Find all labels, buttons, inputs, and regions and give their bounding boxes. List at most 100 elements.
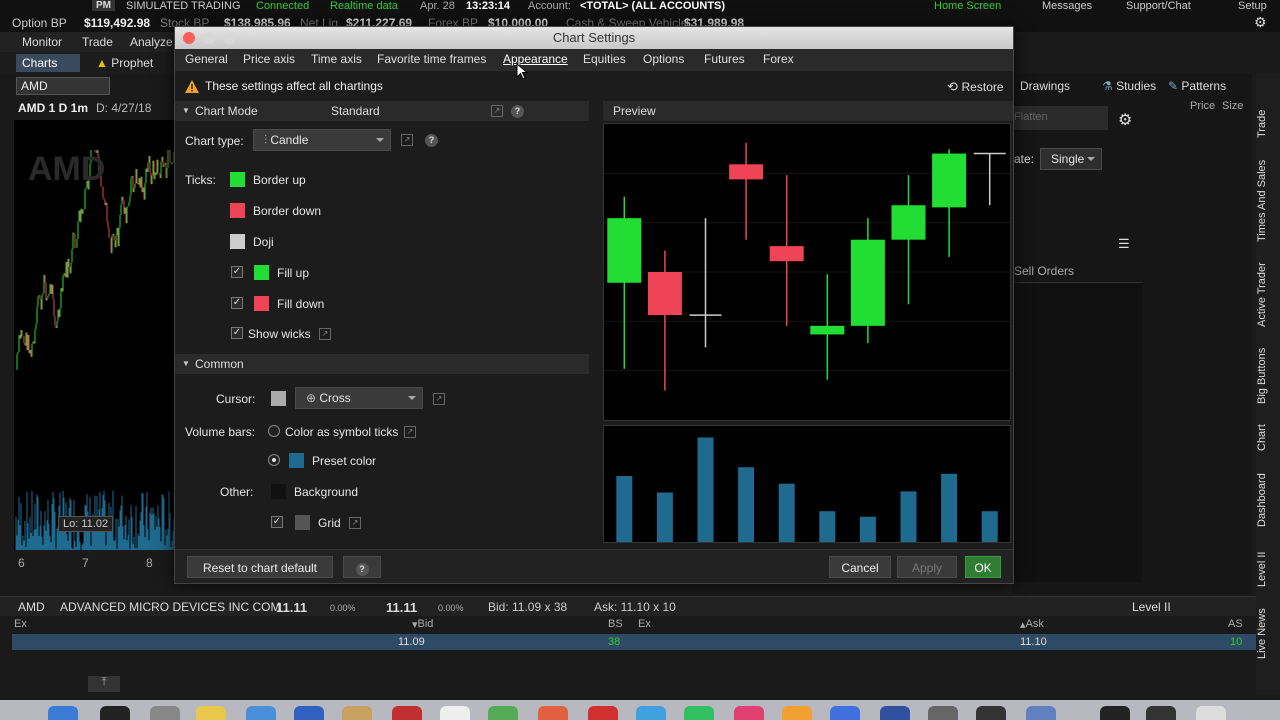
share-icon[interactable]: ↗	[401, 134, 413, 146]
setup-link[interactable]: Setup	[1238, 0, 1267, 12]
zoom-icon[interactable]	[223, 32, 235, 44]
share-icon[interactable]: ↗	[349, 517, 361, 529]
tab-favorite-time-frames[interactable]: Favorite time frames	[377, 52, 486, 66]
close-icon[interactable]	[183, 32, 195, 44]
app-icon[interactable]	[150, 706, 180, 720]
drawings-button[interactable]: Drawings	[1020, 79, 1070, 93]
grid-color-swatch[interactable]	[295, 515, 310, 530]
show-wicks-checkbox[interactable]: ✓	[231, 327, 243, 339]
tab-equities[interactable]: Equities	[583, 52, 626, 66]
chart-mode-section[interactable]: ▼ Chart Mode Standard ↗ ?	[175, 101, 589, 121]
app-icon[interactable]	[782, 706, 812, 720]
tab-appearance[interactable]: Appearance	[503, 52, 568, 66]
table-row[interactable]: 11.09 38 11.10 10	[12, 634, 1256, 650]
sidetab-chart[interactable]: Chart	[1256, 420, 1280, 456]
restore-button[interactable]: ⟲ Restore	[947, 79, 1004, 95]
border-down-color-swatch[interactable]	[230, 203, 245, 218]
app-icon[interactable]	[684, 706, 714, 720]
finder-icon[interactable]	[48, 706, 78, 720]
app-icon[interactable]	[636, 706, 666, 720]
chart-mode-value[interactable]: Standard	[331, 104, 380, 118]
col-as[interactable]: AS	[1228, 618, 1243, 630]
grid-checkbox[interactable]: ✓	[271, 516, 283, 528]
app-icon[interactable]	[196, 706, 226, 720]
ok-button[interactable]: OK	[965, 556, 1001, 578]
app-icon[interactable]	[488, 706, 518, 720]
app-icon[interactable]	[1146, 706, 1176, 720]
doji-color-swatch[interactable]	[230, 234, 245, 249]
app-icon[interactable]	[100, 706, 130, 720]
tab-options[interactable]: Options	[643, 52, 684, 66]
share-icon[interactable]: ↗	[491, 105, 503, 117]
tab-forex[interactable]: Forex	[763, 52, 794, 66]
app-icon[interactable]	[880, 706, 910, 720]
tab-prophet[interactable]: ▲ Prophet	[96, 56, 153, 70]
nav-trade[interactable]: Trade	[82, 35, 113, 49]
app-icon[interactable]	[440, 706, 470, 720]
app-icon[interactable]	[294, 706, 324, 720]
sidetab-big-buttons[interactable]: Big Buttons	[1256, 344, 1280, 408]
cursor-dropdown[interactable]: ⊕ Cross	[295, 387, 423, 409]
sidetab-dashboard[interactable]: Dashboard	[1256, 468, 1280, 532]
collapse-arrow-icon[interactable]: ⤒	[88, 676, 120, 692]
sidetab-live-news[interactable]: Live News	[1256, 604, 1280, 664]
share-icon[interactable]: ↗	[319, 328, 331, 340]
tab-price-axis[interactable]: Price axis	[243, 52, 295, 66]
settings-gear-icon[interactable]: ⚙	[1118, 110, 1132, 130]
fill-down-color-swatch[interactable]	[254, 296, 269, 311]
share-icon[interactable]: ↗	[404, 426, 416, 438]
app-icon[interactable]	[538, 706, 568, 720]
background-color-swatch[interactable]	[271, 484, 286, 499]
app-icon[interactable]	[1100, 706, 1130, 720]
help-button[interactable]: ?	[343, 556, 381, 578]
minimize-icon[interactable]	[203, 32, 215, 44]
share-icon[interactable]: ↗	[433, 393, 445, 405]
tab-charts[interactable]: Charts	[16, 54, 80, 72]
sidetab-trade[interactable]: Trade	[1256, 104, 1280, 144]
app-icon[interactable]	[928, 706, 958, 720]
chart-type-dropdown[interactable]: ⫶ Candle	[253, 129, 391, 151]
cancel-button[interactable]: Cancel	[829, 556, 891, 578]
help-icon[interactable]: ?	[425, 134, 438, 147]
sidetab-level-ii[interactable]: Level II	[1256, 544, 1280, 594]
col-ask[interactable]: ▴ Ask	[1020, 618, 1044, 631]
dialog-titlebar[interactable]: Chart Settings	[175, 27, 1013, 49]
col-bid[interactable]: ▾ Bid	[412, 618, 433, 631]
order-book[interactable]	[1012, 282, 1142, 582]
studies-button[interactable]: ⚗ Studies	[1102, 79, 1156, 93]
help-icon[interactable]: ?	[511, 105, 524, 118]
col-ex-ask[interactable]: Ex	[638, 618, 651, 630]
fill-up-color-swatch[interactable]	[254, 265, 269, 280]
app-icon[interactable]	[246, 706, 276, 720]
sidetab-active-trader[interactable]: Active Trader	[1256, 258, 1280, 332]
app-icon[interactable]	[734, 706, 764, 720]
rate-dropdown[interactable]: Single	[1040, 148, 1102, 170]
col-ex[interactable]: Ex	[14, 618, 27, 630]
app-icon[interactable]	[342, 706, 372, 720]
preset-color-radio[interactable]	[268, 454, 280, 466]
level2-symbol[interactable]: AMD	[18, 600, 45, 614]
tab-futures[interactable]: Futures	[704, 52, 745, 66]
messages-link[interactable]: Messages	[1042, 0, 1092, 12]
trash-icon[interactable]	[1196, 706, 1226, 720]
reset-to-default-button[interactable]: Reset to chart default	[187, 556, 333, 578]
flatten-button[interactable]: Flatten	[1012, 106, 1108, 130]
apply-button[interactable]: Apply	[897, 556, 957, 578]
gear-icon[interactable]: ⚙	[1254, 14, 1267, 31]
color-as-symbol-radio[interactable]	[268, 425, 280, 437]
app-icon[interactable]	[588, 706, 618, 720]
tab-time-axis[interactable]: Time axis	[311, 52, 362, 66]
cursor-color-swatch[interactable]	[271, 391, 286, 406]
symbol-input[interactable]: AMD	[16, 77, 110, 95]
sidetab-times-and-sales[interactable]: Times And Sales	[1256, 156, 1280, 246]
col-bs[interactable]: BS	[608, 618, 623, 630]
patterns-button[interactable]: ✎ Patterns	[1168, 79, 1226, 93]
fill-down-checkbox[interactable]: ✓	[231, 297, 243, 309]
app-icon[interactable]	[976, 706, 1006, 720]
menu-icon[interactable]: ☰	[1118, 236, 1130, 252]
app-icon[interactable]	[1026, 706, 1056, 720]
nav-monitor[interactable]: Monitor	[22, 35, 62, 49]
volume-color-swatch[interactable]	[289, 453, 304, 468]
app-icon[interactable]	[392, 706, 422, 720]
fill-up-checkbox[interactable]: ✓	[231, 266, 243, 278]
